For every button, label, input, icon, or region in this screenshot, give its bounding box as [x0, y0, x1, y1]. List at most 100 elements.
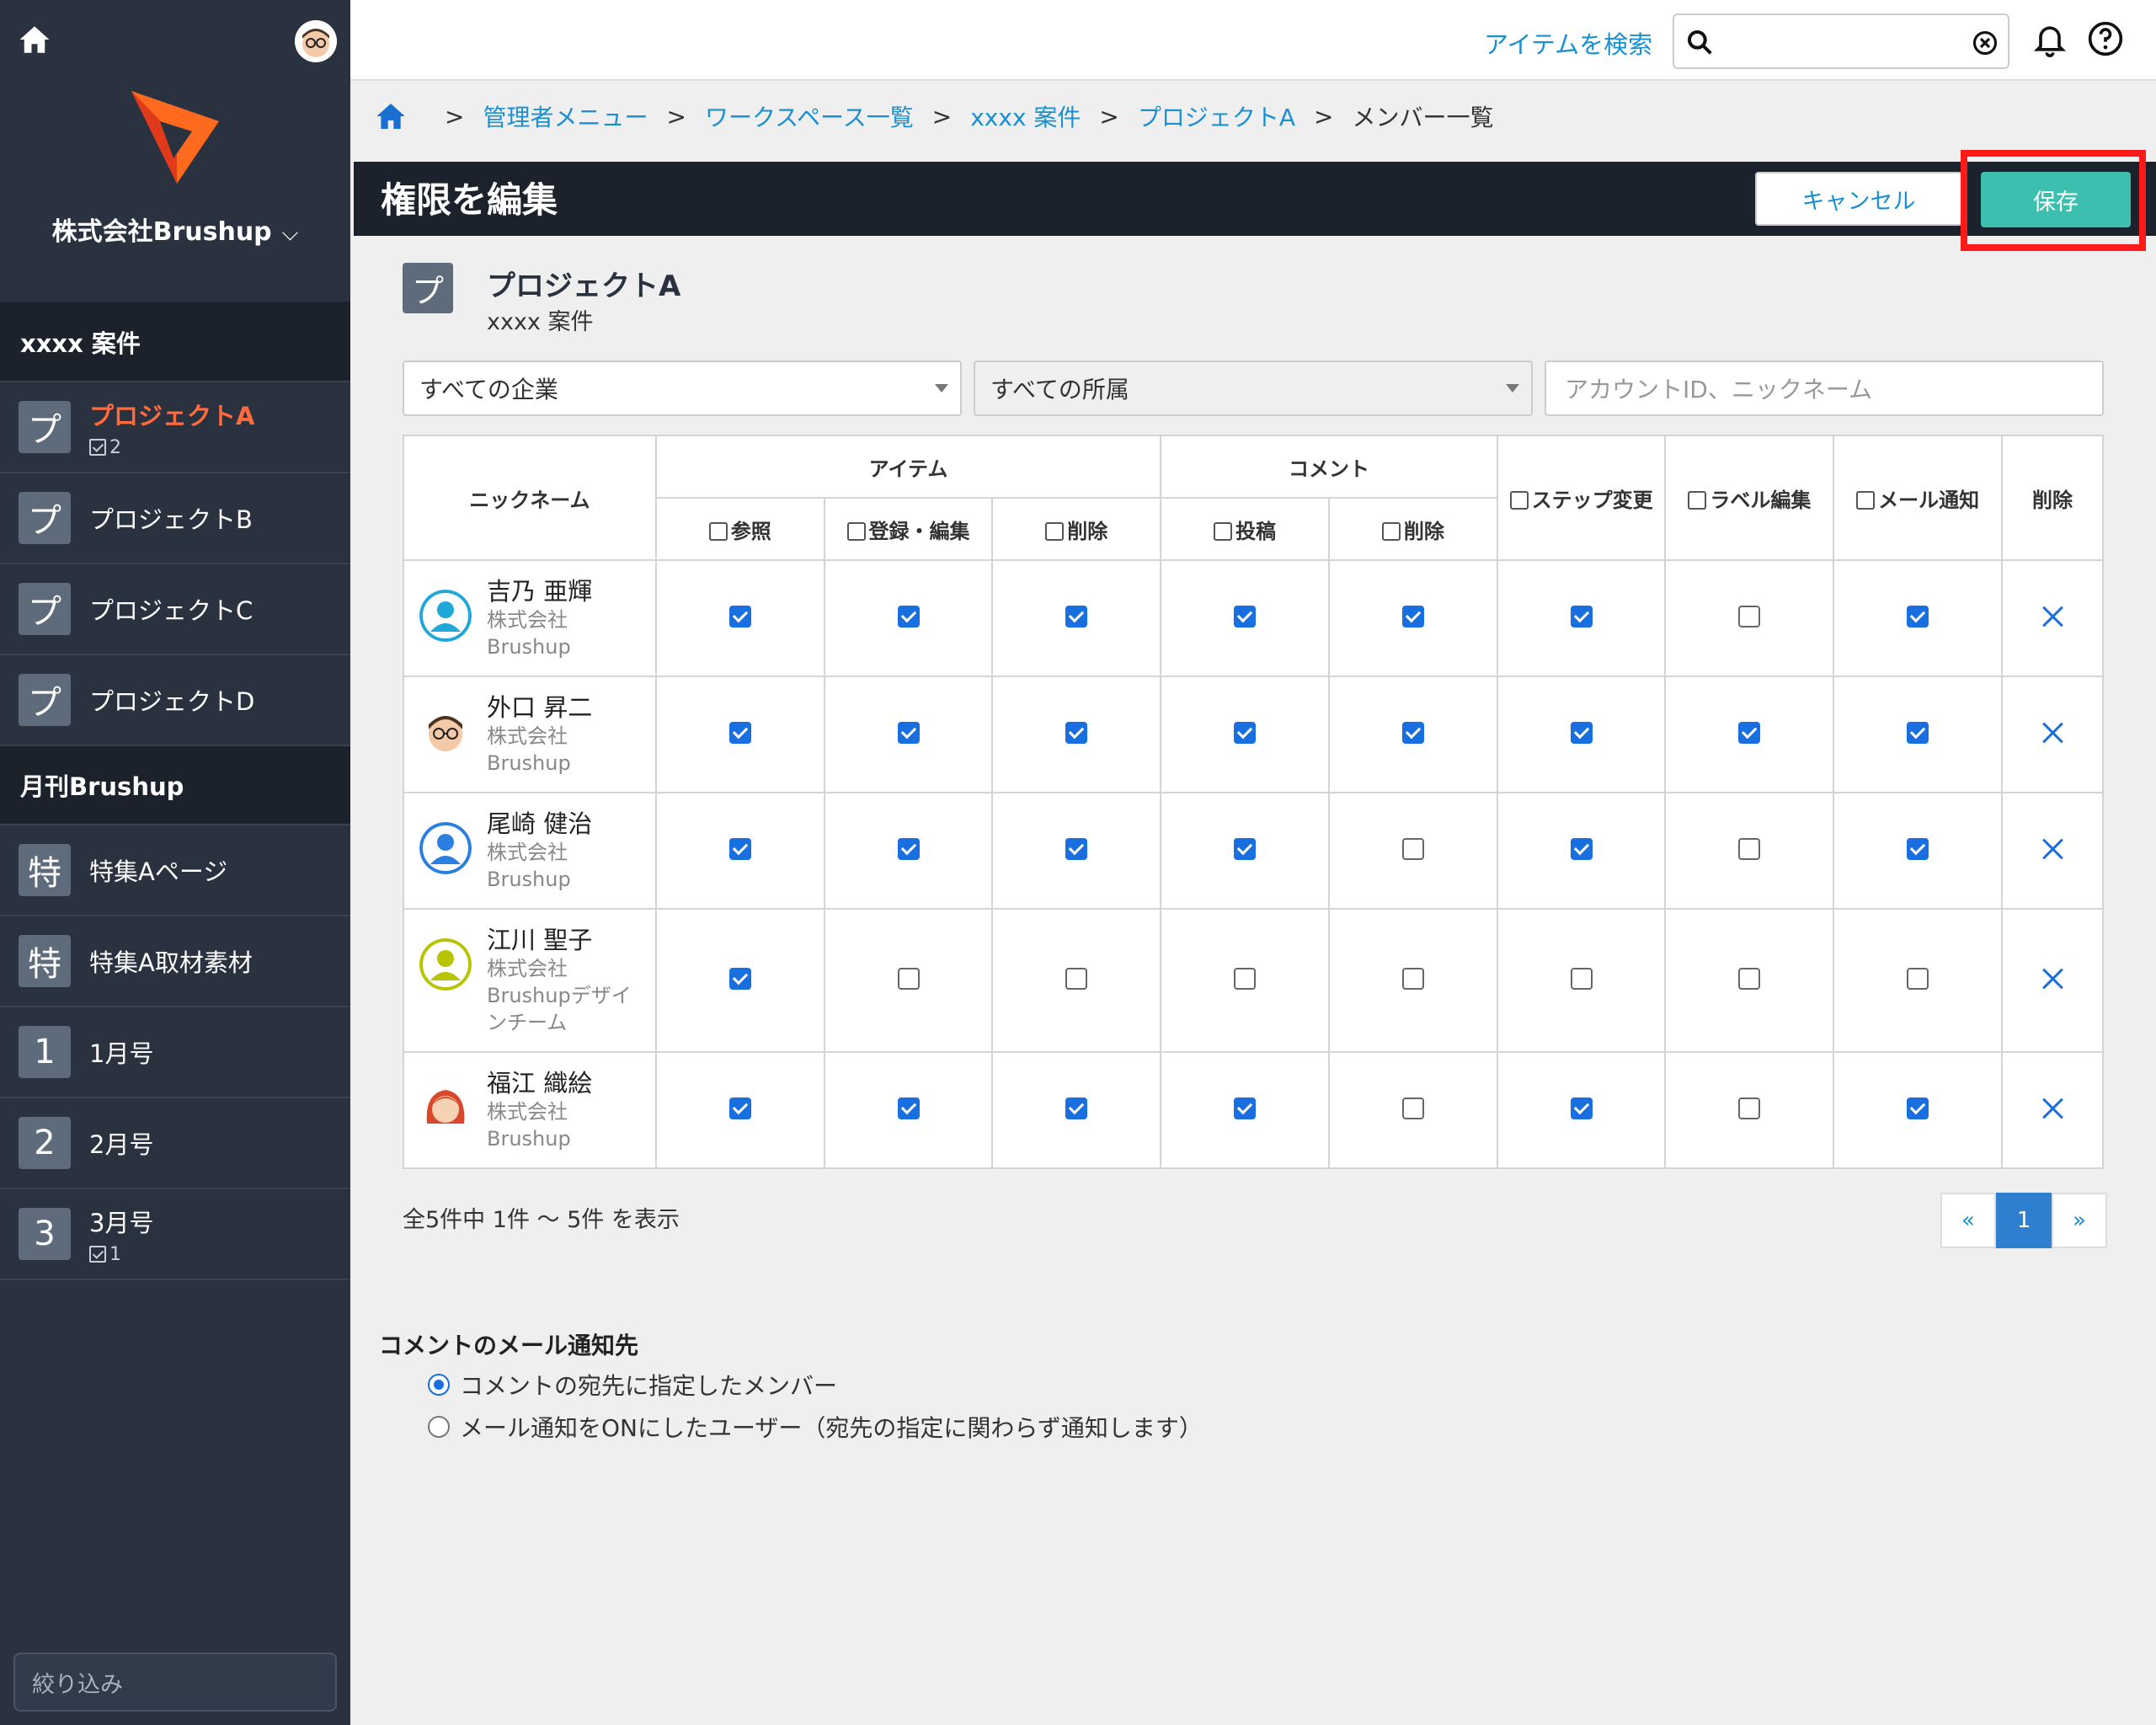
sidebar-item-project-a[interactable]: プ プロジェクトA 2 — [0, 382, 350, 473]
perm-checkbox-comment-delete[interactable] — [1401, 1097, 1424, 1119]
member-org: 株式会社 — [487, 608, 568, 632]
company-select[interactable]: すべての企業 — [403, 360, 962, 416]
perm-checkbox-view[interactable] — [728, 606, 751, 628]
perm-checkbox-item-delete[interactable] — [1065, 722, 1088, 744]
breadcrumb-case[interactable]: xxxx 案件 — [970, 99, 1081, 133]
pagination: « 1 » — [1940, 1193, 2107, 1248]
perm-checkbox-step-change[interactable] — [1570, 722, 1593, 744]
user-avatar[interactable] — [295, 20, 337, 62]
perm-checkbox-item-delete[interactable] — [1065, 968, 1088, 990]
perm-checkbox-view[interactable] — [728, 722, 751, 744]
header-checkbox[interactable] — [1045, 521, 1065, 541]
item-search-link[interactable]: アイテムを検索 — [1484, 25, 1652, 61]
header-checkbox[interactable] — [1688, 490, 1707, 510]
perm-checkbox-mail-notify[interactable] — [1907, 1097, 1929, 1119]
pager-prev[interactable]: « — [1940, 1193, 1996, 1248]
perm-checkbox-item-delete[interactable] — [1065, 606, 1088, 628]
breadcrumb-admin-menu[interactable]: 管理者メニュー — [483, 99, 648, 133]
notify-option-mail-on[interactable]: メール通知をONにしたユーザー（宛先の指定に関わらず通知します） — [428, 1410, 1203, 1444]
clear-icon[interactable] — [1972, 30, 1998, 56]
delete-icon[interactable] — [2041, 605, 2064, 628]
perm-checkbox-register-edit[interactable] — [897, 968, 920, 990]
delete-icon[interactable] — [2041, 837, 2064, 861]
sidebar-item-january[interactable]: 1 1月号 — [0, 1007, 350, 1098]
perm-checkbox-register-edit[interactable] — [897, 606, 920, 628]
header-view[interactable]: 参照 — [654, 497, 825, 561]
notify-option-recipients[interactable]: コメントの宛先に指定したメンバー — [428, 1368, 837, 1402]
header-step-change[interactable]: ステップ変更 — [1496, 435, 1667, 561]
radio-button[interactable] — [428, 1416, 450, 1438]
perm-checkbox-view[interactable] — [728, 838, 751, 860]
perm-checkbox-comment-delete[interactable] — [1401, 838, 1424, 860]
sidebar-item-project-b[interactable]: プ プロジェクトB — [0, 473, 350, 564]
perm-checkbox-register-edit[interactable] — [897, 722, 920, 744]
perm-checkbox-step-change[interactable] — [1570, 838, 1593, 860]
perm-checkbox-label-edit[interactable] — [1738, 968, 1761, 990]
header-post[interactable]: 投稿 — [1160, 497, 1330, 561]
perm-checkbox-post[interactable] — [1234, 838, 1257, 860]
perm-checkbox-post[interactable] — [1234, 606, 1257, 628]
header-comment-delete[interactable]: 削除 — [1327, 497, 1498, 561]
breadcrumb-workspace-list[interactable]: ワークスペース一覧 — [705, 99, 914, 133]
perm-checkbox-comment-delete[interactable] — [1401, 606, 1424, 628]
account-search-input[interactable]: アカウントID、ニックネーム — [1545, 360, 2104, 416]
perm-checkbox-comment-delete[interactable] — [1401, 968, 1424, 990]
delete-icon[interactable] — [2041, 967, 2064, 991]
delete-icon[interactable] — [2041, 721, 2064, 745]
header-register-edit[interactable]: 登録・編集 — [823, 497, 994, 561]
perm-checkbox-post[interactable] — [1234, 1097, 1257, 1119]
sidebar-item-feature-a-page[interactable]: 特 特集Aページ — [0, 825, 350, 916]
affiliation-select[interactable]: すべての所属 — [974, 360, 1533, 416]
radio-button[interactable] — [428, 1374, 450, 1396]
perm-checkbox-mail-notify[interactable] — [1907, 968, 1929, 990]
header-checkbox[interactable] — [846, 521, 866, 541]
perm-checkbox-label-edit[interactable] — [1738, 1097, 1761, 1119]
perm-checkbox-item-delete[interactable] — [1065, 838, 1088, 860]
perm-checkbox-label-edit[interactable] — [1738, 722, 1761, 744]
sidebar-item-march[interactable]: 3 3月号 1 — [0, 1189, 350, 1280]
perm-checkbox-mail-notify[interactable] — [1907, 838, 1929, 860]
permission-table: ニックネーム アイテム コメント ステップ変更 ラベル編集 メール通知 削除 参… — [403, 435, 2104, 1169]
sidebar-item-project-c[interactable]: プ プロジェクトC — [0, 564, 350, 655]
perm-checkbox-register-edit[interactable] — [897, 1097, 920, 1119]
perm-checkbox-post[interactable] — [1234, 968, 1257, 990]
sidebar-item-project-d[interactable]: プ プロジェクトD — [0, 655, 350, 746]
header-checkbox[interactable] — [1509, 490, 1529, 510]
company-selector[interactable]: 株式会社Brushup ⌵ — [0, 211, 350, 248]
sidebar-item-feature-a-material[interactable]: 特 特集A取材素材 — [0, 916, 350, 1007]
perm-checkbox-label-edit[interactable] — [1738, 838, 1761, 860]
perm-checkbox-view[interactable] — [728, 1097, 751, 1119]
header-mail-notify[interactable]: メール通知 — [1833, 435, 2004, 561]
perm-checkbox-post[interactable] — [1234, 722, 1257, 744]
perm-checkbox-step-change[interactable] — [1570, 1097, 1593, 1119]
bell-icon[interactable] — [2031, 20, 2068, 57]
perm-checkbox-mail-notify[interactable] — [1907, 606, 1929, 628]
breadcrumb-separator: > — [1099, 102, 1119, 131]
perm-checkbox-view[interactable] — [728, 968, 751, 990]
delete-icon[interactable] — [2041, 1097, 2064, 1120]
header-checkbox[interactable] — [1381, 521, 1401, 541]
header-checkbox[interactable] — [1856, 490, 1876, 510]
header-item-delete[interactable]: 削除 — [991, 497, 1162, 561]
perm-checkbox-register-edit[interactable] — [897, 838, 920, 860]
help-icon[interactable] — [2087, 20, 2124, 57]
perm-checkbox-label-edit[interactable] — [1738, 606, 1761, 628]
pager-current[interactable]: 1 — [1996, 1193, 2052, 1248]
cancel-button[interactable]: キャンセル — [1755, 172, 1962, 226]
sidebar-item-february[interactable]: 2 2月号 — [0, 1098, 350, 1189]
header-checkbox[interactable] — [708, 521, 728, 541]
search-input[interactable] — [1673, 13, 2009, 69]
perm-checkbox-comment-delete[interactable] — [1401, 722, 1424, 744]
perm-cell-item-delete — [991, 559, 1162, 677]
header-checkbox[interactable] — [1214, 521, 1233, 541]
perm-checkbox-mail-notify[interactable] — [1907, 722, 1929, 744]
pager-next[interactable]: » — [2052, 1193, 2107, 1248]
perm-checkbox-item-delete[interactable] — [1065, 1097, 1088, 1119]
perm-checkbox-step-change[interactable] — [1570, 968, 1593, 990]
perm-checkbox-step-change[interactable] — [1570, 606, 1593, 628]
sidebar-filter-input[interactable]: 絞り込み — [13, 1653, 337, 1712]
header-label-edit[interactable]: ラベル編集 — [1664, 435, 1835, 561]
home-icon[interactable] — [17, 22, 52, 57]
home-icon[interactable] — [374, 99, 408, 133]
breadcrumb-project[interactable]: プロジェクトA — [1138, 99, 1295, 133]
